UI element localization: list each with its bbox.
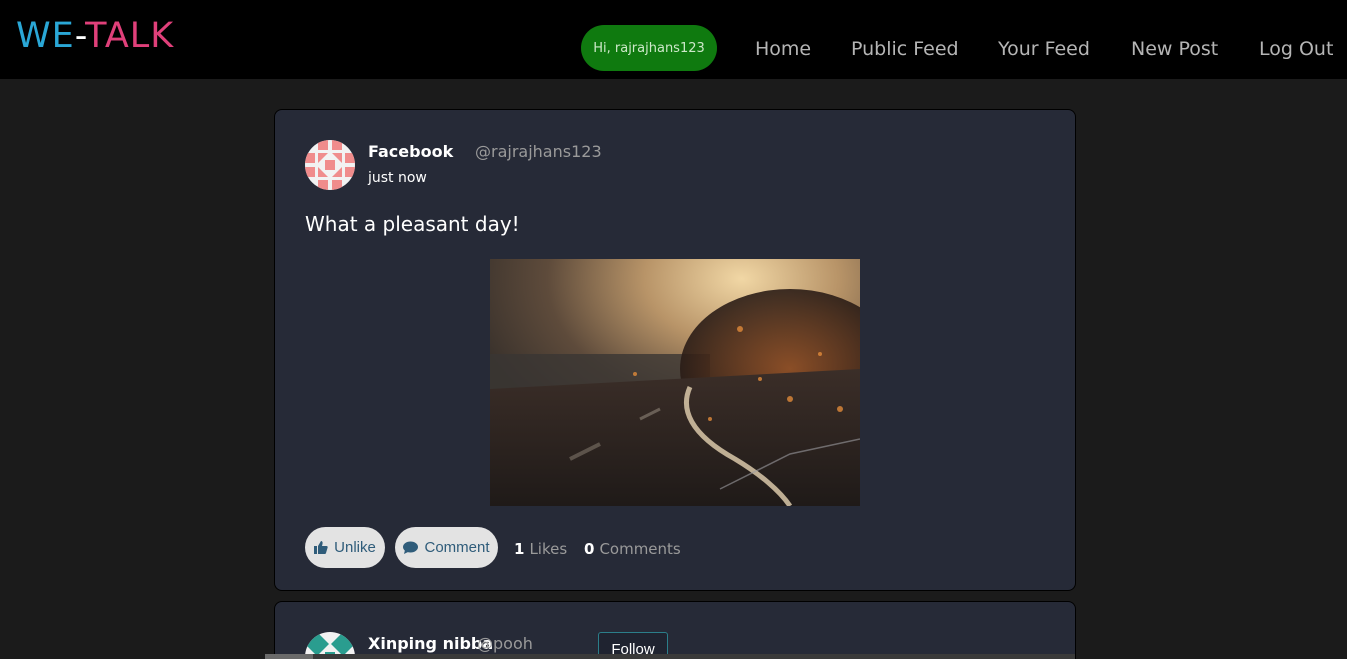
comments-label: Comments — [599, 540, 681, 558]
speech-bubble-icon — [403, 541, 419, 554]
comments-count[interactable]: 0 Comments — [584, 540, 681, 558]
logo-talk: TALK — [85, 16, 175, 56]
nav-log-out-link[interactable]: Log Out — [1259, 36, 1333, 62]
comment-button[interactable]: Comment — [395, 527, 498, 568]
post-image — [490, 259, 860, 506]
horizontal-scrollbar-thumb[interactable] — [265, 654, 313, 659]
comment-label: Comment — [424, 539, 490, 556]
logo-we: WE — [16, 16, 75, 56]
blurred-sunset-road-photo — [490, 259, 860, 506]
likes-label: Likes — [529, 540, 568, 558]
top-navbar: WE-TALK Hi, rajrajhans123 Home Public Fe… — [0, 0, 1347, 79]
nav-your-feed-link[interactable]: Your Feed — [998, 36, 1090, 62]
author-name[interactable]: Facebook — [368, 142, 453, 162]
author-name[interactable]: Xinping nibba — [368, 634, 493, 654]
comments-number: 0 — [584, 540, 595, 558]
post-text: What a pleasant day! — [305, 212, 520, 236]
nav-public-feed-link[interactable]: Public Feed — [851, 36, 959, 62]
horizontal-scrollbar-track[interactable] — [265, 654, 1075, 659]
identicon-pink-icon — [305, 140, 355, 190]
unlike-label: Unlike — [334, 539, 376, 556]
author-avatar[interactable] — [305, 140, 355, 190]
author-handle[interactable]: @rajrajhans123 — [475, 142, 602, 162]
user-greeting-badge[interactable]: Hi, rajrajhans123 — [581, 25, 717, 71]
we-talk-logo[interactable]: WE-TALK — [16, 16, 174, 56]
nav-new-post-link[interactable]: New Post — [1131, 36, 1218, 62]
post-timestamp: just now — [368, 170, 427, 186]
nav-home-link[interactable]: Home — [755, 36, 811, 62]
author-handle[interactable]: @pooh — [477, 634, 533, 654]
logo-dash: - — [74, 16, 86, 56]
likes-number: 1 — [514, 540, 525, 558]
thumbs-up-icon — [314, 541, 328, 554]
likes-count[interactable]: 1 Likes — [514, 540, 567, 558]
post-card: Xinping nibba @pooh Follow — [274, 601, 1076, 659]
unlike-button[interactable]: Unlike — [305, 527, 385, 568]
post-card: Facebook @rajrajhans123 just now What a … — [274, 109, 1076, 591]
